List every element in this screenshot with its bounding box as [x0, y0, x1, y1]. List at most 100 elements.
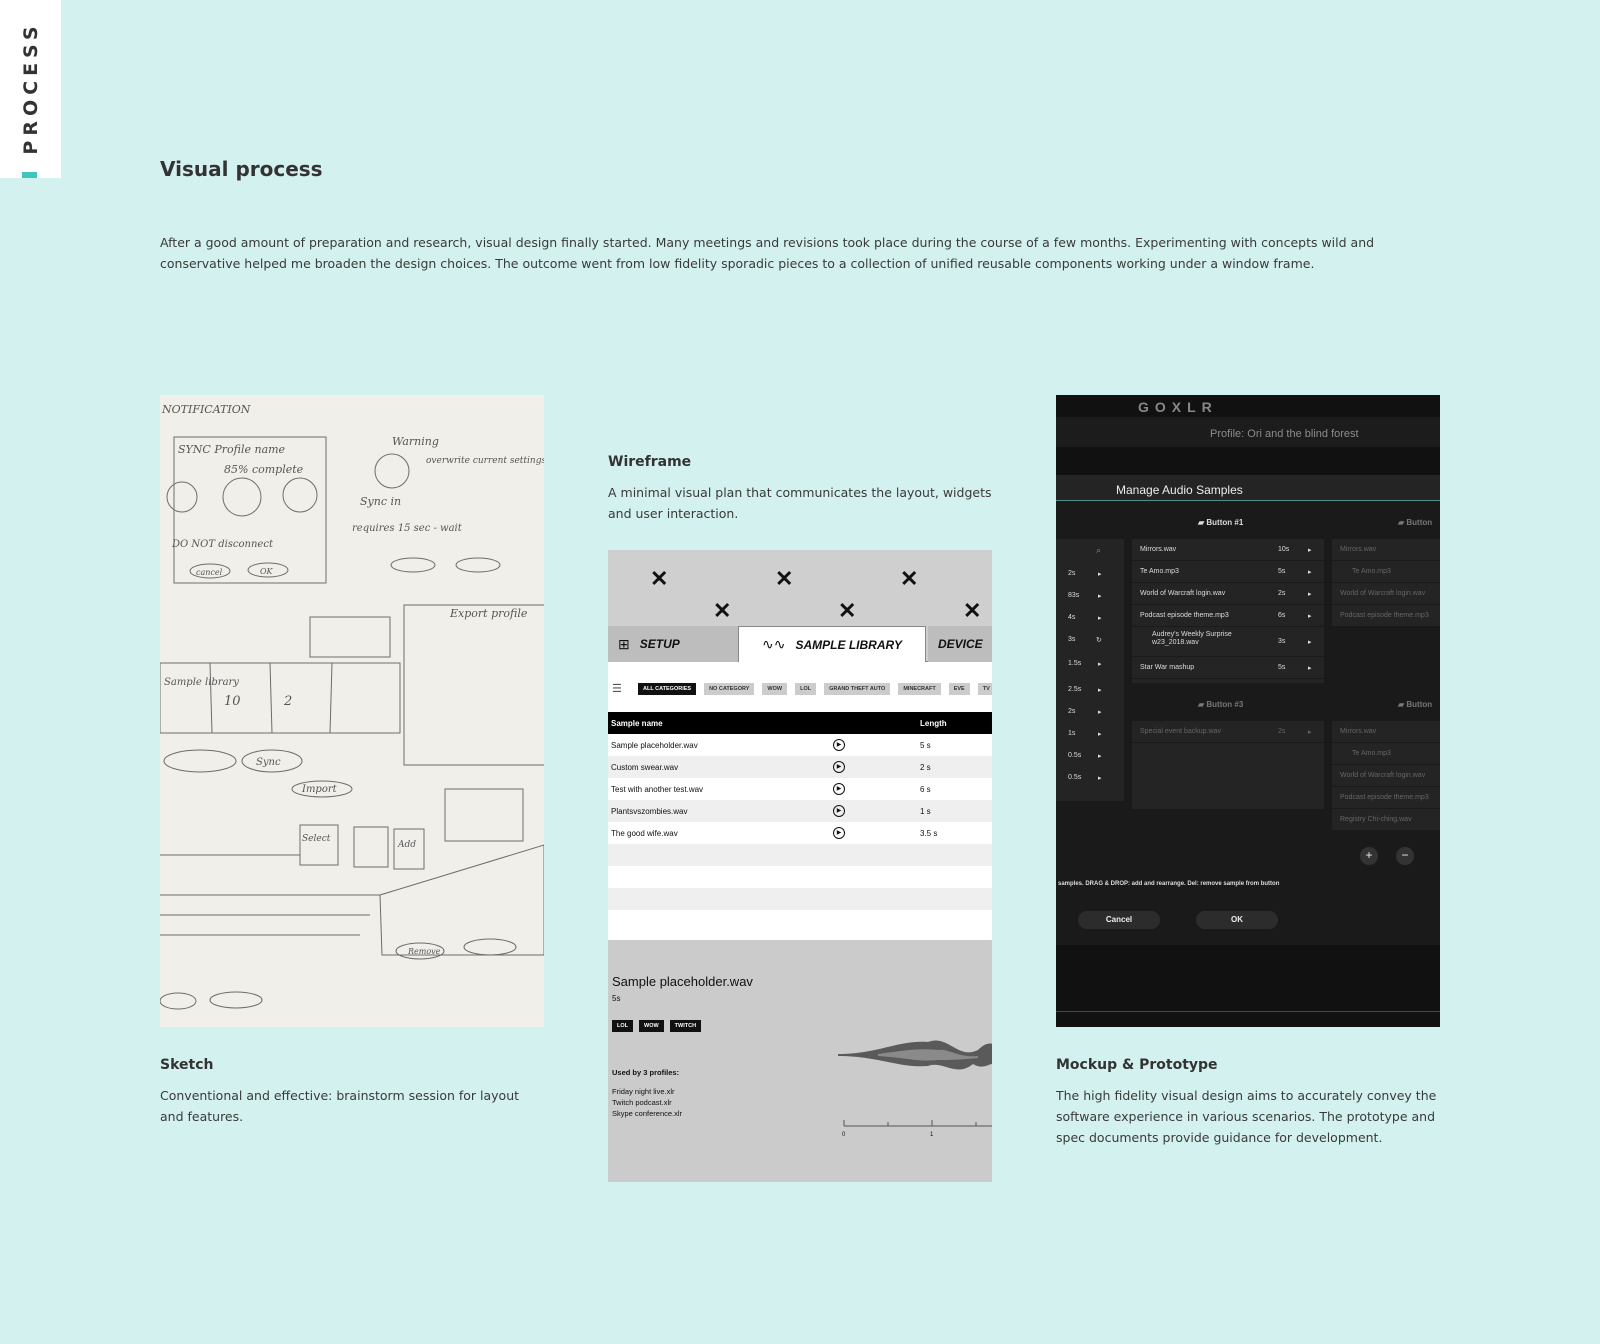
length-item[interactable]: 83s ▸	[1056, 585, 1124, 607]
category-chip[interactable]: ALL CATEGORIES	[638, 683, 697, 695]
detail-tag[interactable]: LOL	[612, 1020, 633, 1032]
play-icon[interactable]: ▶	[833, 805, 845, 817]
sketch-note-sync-profile: SYNC Profile name	[178, 443, 286, 456]
mockup-profile-name[interactable]: Profile: Ori and the blind forest	[1210, 428, 1359, 440]
row-sample-name: The good wife.wav	[611, 829, 678, 838]
row-sample-length: 3.5 s	[920, 829, 938, 838]
wireframe-x-icon: ✕	[900, 566, 919, 591]
button-4-sample-row[interactable]: Registry Chi-ching.wav	[1332, 809, 1440, 831]
wireframe-tab-device[interactable]: DEVICE	[928, 626, 992, 662]
length-item[interactable]: 4s ▸	[1056, 607, 1124, 629]
sketch-note-two: 2	[283, 694, 292, 709]
length-item[interactable]: 0.5s ▸	[1056, 767, 1124, 789]
length-item[interactable]: 3s ↻	[1056, 629, 1124, 651]
length-item[interactable]: 2s ▸	[1056, 701, 1124, 723]
table-row[interactable]: Custom swear.wav ▶ 2 s	[608, 756, 992, 778]
sketch-circle-1	[166, 481, 198, 513]
sketch-note-disconnect: DO NOT disconnect	[171, 539, 274, 550]
button-4-sample-row[interactable]: Mirrors.wav	[1332, 721, 1440, 743]
sketch-ok-pill-2	[455, 557, 501, 573]
sketch-library-box	[160, 662, 401, 734]
button-1-sample-row[interactable]: Podcast episode theme.mp3 6s ▸	[1132, 605, 1324, 627]
ok-button[interactable]: OK	[1196, 911, 1278, 929]
category-chip[interactable]: GRAND THEFT AUTO	[824, 683, 891, 695]
button-2-sample-row[interactable]: Te Amo.mp3	[1332, 561, 1440, 583]
length-item[interactable]: 2.5s ▸	[1056, 679, 1124, 701]
sketch-note-select: Select	[302, 834, 331, 844]
length-item[interactable]: 2s ▸	[1056, 563, 1124, 585]
button-4-sample-row[interactable]: Podcast episode theme.mp3	[1332, 787, 1440, 809]
wireframe-tab-sample-library[interactable]: ∿∿ SAMPLE LIBRARY	[738, 626, 926, 662]
row-sample-name: Plantsvszombies.wav	[611, 807, 688, 816]
button-4-sample-row[interactable]: World of Warcraft login.wav	[1332, 765, 1440, 787]
mockup-title: Mockup & Prototype	[1056, 1057, 1218, 1073]
sketch-image: NOTIFICATION SYNC Profile name 85% compl…	[160, 395, 544, 1027]
table-row[interactable]: Sample placeholder.wav ▶ 5 s	[608, 734, 992, 756]
category-chip[interactable]: MINECRAFT	[898, 683, 941, 695]
column-header-name[interactable]: Sample name	[611, 719, 663, 728]
remove-sample-button[interactable]: −	[1396, 847, 1414, 865]
table-row-empty	[608, 888, 992, 910]
add-sample-button[interactable]: +	[1360, 847, 1378, 865]
button-1-sample-row[interactable]: Audrey's Weekly Surprise w23_2018.wav 3s ▸	[1132, 627, 1324, 657]
sketch-select-box-1	[299, 824, 339, 866]
sketch-add-pill	[209, 991, 263, 1009]
table-row-empty	[608, 910, 992, 932]
sketch-note-remove: Remove	[407, 947, 441, 956]
button-4-sample-row[interactable]: Te Amo.mp3	[1332, 743, 1440, 765]
wireframe-tab-setup[interactable]: ⊞ SETUP	[608, 626, 738, 662]
wireframe-tab-bar: ⊞ SETUP ∿∿ SAMPLE LIBRARY DEVICE	[608, 626, 992, 662]
button-1-sample-row[interactable]: Star War mashup 5s ▸	[1132, 657, 1324, 679]
row-sample-length: 2 s	[920, 763, 931, 772]
length-item[interactable]: 1.5s ▸	[1056, 653, 1124, 675]
category-chip[interactable]: EVE	[948, 683, 970, 695]
search-icon[interactable]: ⌕	[1096, 545, 1101, 556]
button-3-sample-row[interactable]: Special event backup.wav 2s ▸	[1132, 721, 1324, 743]
sketch-drawing: NOTIFICATION SYNC Profile name 85% compl…	[160, 403, 544, 1010]
button-1-sample-row[interactable]: World of Warcraft login.wav 2s ▸	[1132, 583, 1324, 605]
table-row[interactable]: Test with another test.wav ▶ 6 s	[608, 778, 992, 800]
wireframe-category-chips: ALL CATEGORIES NO CATEGORY WOW LOL GRAND…	[608, 680, 992, 698]
detail-tag[interactable]: WOW	[639, 1020, 664, 1032]
play-icon[interactable]: ▶	[833, 827, 845, 839]
button-4-header: ▰ Button	[1398, 700, 1433, 709]
axis-tick-label: 1	[930, 1132, 934, 1138]
category-chip[interactable]: NO CATEGORY	[704, 683, 755, 695]
wireframe-top-area: ✕ ✕ ✕ ✕ ✕ ✕	[608, 550, 992, 626]
button-1-sample-row[interactable]: Mirrors.wav 10s ▸	[1132, 539, 1324, 561]
button-1-sample-row[interactable]: Te Amo.mp3 5s ▸	[1132, 561, 1324, 583]
category-chip[interactable]: LOL	[795, 683, 817, 695]
sketch-notification-box	[173, 436, 327, 584]
sketch-select-box-2	[353, 826, 389, 868]
detail-tag[interactable]: TWITCH	[669, 1020, 702, 1032]
dialog-title: Manage Audio Samples	[1116, 483, 1243, 497]
table-row-empty	[608, 844, 992, 866]
play-icon[interactable]: ▶	[833, 739, 845, 751]
cancel-button[interactable]: Cancel	[1078, 911, 1160, 929]
length-item[interactable]: 0.5s ▸	[1056, 745, 1124, 767]
detail-profile[interactable]: Skype conference.xlr	[612, 1109, 682, 1118]
section-title: Visual process	[160, 157, 323, 181]
length-item[interactable]: 1s ▸	[1056, 723, 1124, 745]
play-icon[interactable]: ▶	[833, 783, 845, 795]
category-chip[interactable]: WOW	[762, 683, 788, 695]
sketch-note-ten: 10	[224, 694, 241, 709]
table-row[interactable]: The good wife.wav ▶ 3.5 s	[608, 822, 992, 844]
row-sample-name: Custom swear.wav	[611, 763, 679, 772]
button-2-sample-row[interactable]: World of Warcraft login.wav	[1332, 583, 1440, 605]
category-chip[interactable]: TV	[977, 683, 992, 695]
detail-profile[interactable]: Twitch podcast.xlr	[612, 1098, 672, 1107]
sketch-export-pill	[163, 749, 237, 773]
play-icon[interactable]: ▶	[833, 761, 845, 773]
button-2-sample-row[interactable]: Podcast episode theme.mp3	[1332, 605, 1440, 627]
sketch-note-ok: OK	[260, 567, 274, 576]
section-intro: After a good amount of preparation and r…	[160, 235, 1375, 271]
detail-used-by: Used by 3 profiles:	[612, 1068, 680, 1077]
wireframe-table-header: Sample name Length	[608, 712, 992, 734]
table-row[interactable]: Plantsvszombies.wav ▶ 1 s	[608, 800, 992, 822]
detail-profile[interactable]: Friday night live.xlr	[612, 1087, 675, 1096]
button-2-sample-row[interactable]: Mirrors.wav	[1332, 539, 1440, 561]
sketch-note-overwrite: overwrite current settings?	[426, 456, 544, 466]
column-header-length[interactable]: Length	[920, 719, 947, 728]
sketch-panel	[379, 844, 544, 956]
